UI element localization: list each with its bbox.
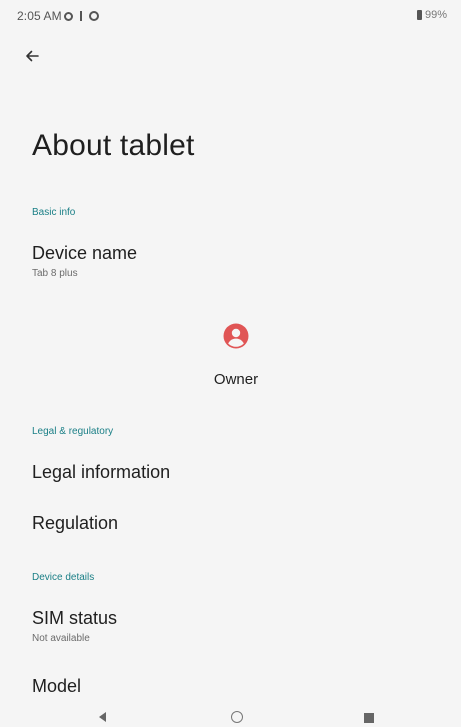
status-time: 2:05 AM	[17, 9, 62, 23]
settings-notification-icon	[64, 11, 73, 21]
regulation-title: Regulation	[32, 513, 119, 533]
device-name-value: Tab 8 plus	[32, 268, 78, 279]
status-right: 99%	[416, 9, 447, 21]
circle-notification-icon	[89, 11, 99, 21]
device-name-title: Device name	[32, 243, 138, 263]
sim-status-value: Not available	[32, 633, 90, 644]
legal-information-title: Legal information	[32, 462, 171, 482]
nav-home-icon[interactable]	[231, 711, 243, 723]
section-header-basic-info: Basic info	[32, 207, 76, 218]
back-button[interactable]	[22, 44, 50, 68]
about-tablet-screen: 2:05 AM 99% About tablet Basic info Devi…	[0, 0, 461, 727]
section-header-legal: Legal & regulatory	[32, 426, 114, 437]
sim-status-row[interactable]: SIM status Not available	[0, 600, 461, 650]
owner-label: Owner	[213, 371, 259, 388]
section-header-device-details: Device details	[32, 572, 95, 583]
device-name-row[interactable]: Device name Tab 8 plus	[0, 236, 461, 286]
model-title: Model	[32, 676, 82, 696]
nav-back-icon[interactable]	[97, 711, 107, 723]
battery-icon	[416, 10, 422, 20]
page-title: About tablet	[32, 129, 195, 162]
battery-percent: 99%	[424, 9, 447, 21]
owner-profile[interactable]: Owner	[190, 315, 282, 395]
alert-notification-icon	[80, 11, 82, 21]
account-circle-icon	[223, 323, 249, 349]
model-row[interactable]: Model	[0, 666, 461, 706]
regulation-row[interactable]: Regulation	[0, 503, 461, 543]
status-bar: 2:05 AM 99%	[0, 0, 461, 34]
sim-status-title: SIM status	[32, 608, 118, 628]
nav-recents-icon[interactable]	[364, 713, 374, 723]
status-notification-icons	[64, 9, 99, 23]
legal-information-row[interactable]: Legal information	[0, 452, 461, 492]
arrow-left-icon	[26, 50, 39, 62]
